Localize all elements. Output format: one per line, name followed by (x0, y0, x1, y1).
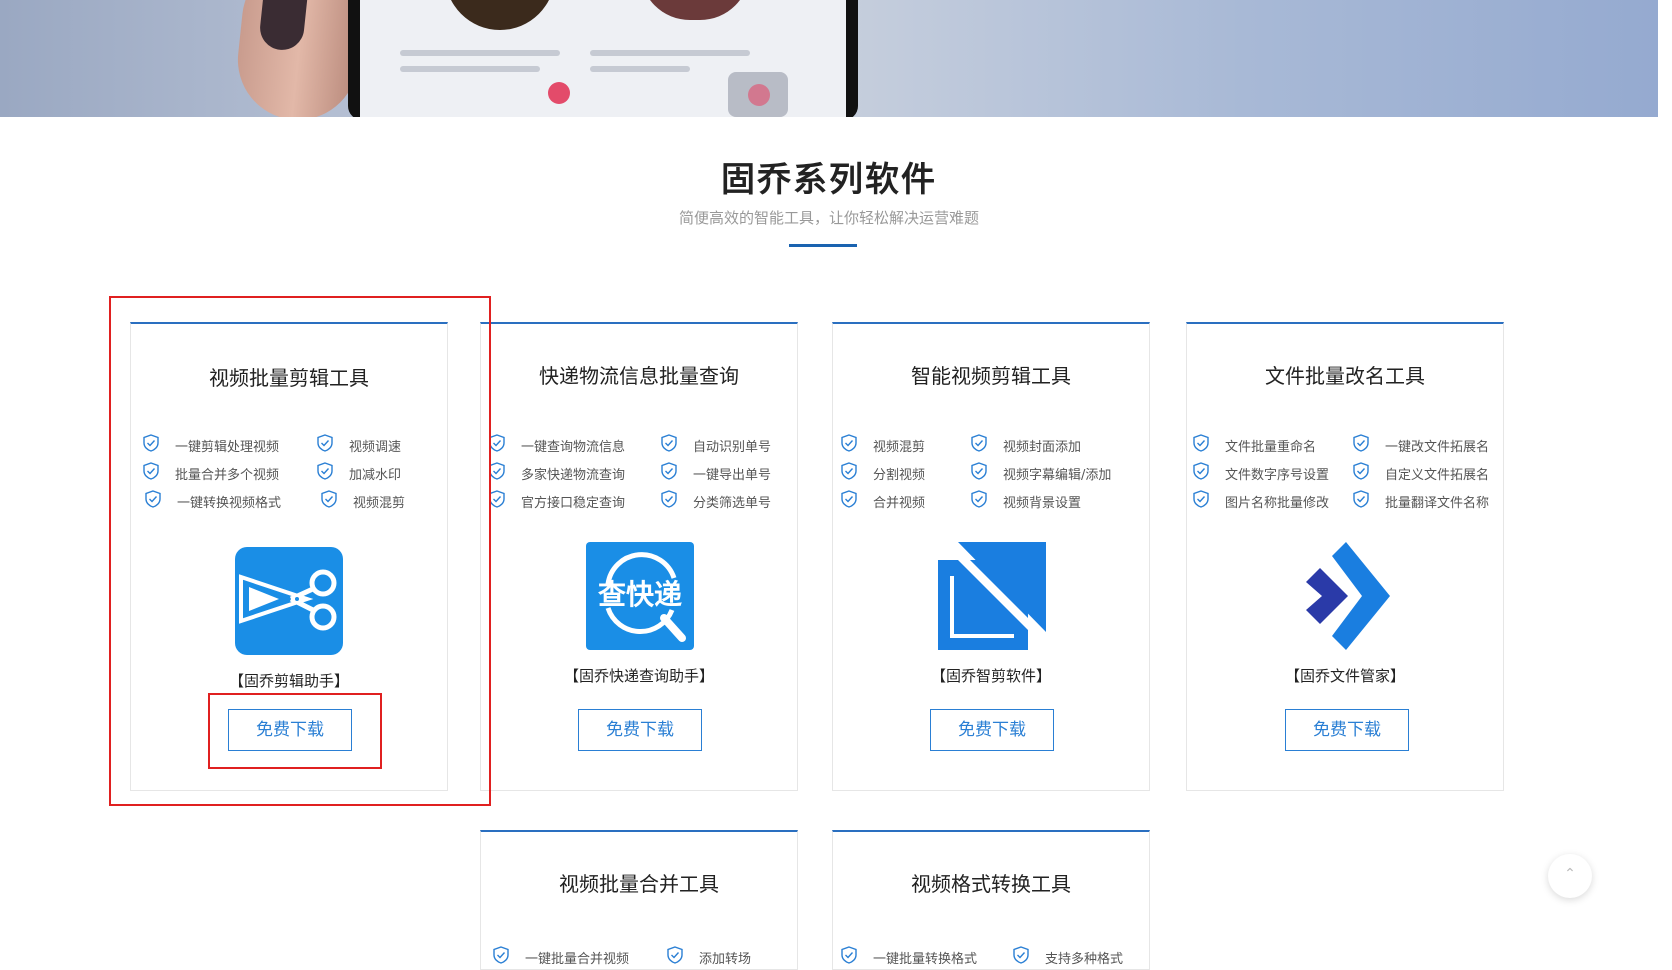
shield-check-icon (971, 462, 987, 480)
shield-check-icon (489, 490, 505, 508)
back-to-top-button[interactable]: ⌃ (1548, 854, 1592, 898)
shield-check-icon (489, 462, 505, 480)
file-manager-icon (1306, 542, 1390, 650)
shield-check-icon (841, 946, 857, 964)
product-card-smart-video-edit: 智能视频剪辑工具 视频混剪 视频封面添加 分割视频 视频字幕编辑/添加 合并视频… (832, 322, 1150, 791)
shield-check-icon (489, 434, 505, 452)
shield-check-icon (661, 462, 677, 480)
highlight-box-download-button (208, 693, 382, 769)
card-title: 智能视频剪辑工具 (911, 364, 1071, 388)
hero-banner (0, 0, 1658, 117)
section-subtitle: 简便高效的智能工具，让你轻松解决运营难题 (678, 209, 979, 227)
app-name: 【固乔文件管家】 (1284, 667, 1405, 685)
free-download-button[interactable]: 免费下载 (1285, 709, 1409, 751)
shield-check-icon (661, 490, 677, 508)
shield-check-icon (1353, 434, 1369, 452)
app-name: 【固乔快递查询助手】 (563, 667, 714, 685)
smart-clip-icon (938, 542, 1046, 650)
card-title: 文件批量改名工具 (1265, 364, 1425, 388)
product-card-express-query: 快递物流信息批量查询 一键查询物流信息 自动识别单号 多家快递物流查询 一键导出… (480, 322, 798, 791)
product-card-video-merge: 视频批量合并工具 一键批量合并视频 添加转场 (480, 830, 798, 970)
free-download-button[interactable]: 免费下载 (578, 709, 702, 751)
shield-check-icon (971, 490, 987, 508)
section-title: 固乔系列软件 (721, 160, 937, 200)
shield-check-icon (667, 946, 683, 964)
shield-check-icon (1193, 490, 1209, 508)
express-icon-label: 查快递 (598, 578, 682, 611)
card-title: 视频格式转换工具 (911, 872, 1071, 896)
card-title: 视频批量合并工具 (559, 872, 719, 896)
shield-check-icon (493, 946, 509, 964)
product-card-file-rename: 文件批量改名工具 文件批量重命名 一键改文件拓展名 文件数字序号设置 自定义文件… (1186, 322, 1504, 791)
chevron-up-icon: ⌃ (1564, 866, 1576, 882)
free-download-button[interactable]: 免费下载 (930, 709, 1054, 751)
shield-check-icon (1193, 462, 1209, 480)
express-search-icon: 查快递 (586, 542, 694, 650)
title-divider (789, 244, 857, 247)
app-name: 【固乔智剪软件】 (930, 667, 1051, 685)
shield-check-icon (841, 490, 857, 508)
product-card-video-convert: 视频格式转换工具 一键批量转换格式 支持多种格式 (832, 830, 1150, 970)
shield-check-icon (1193, 434, 1209, 452)
shield-check-icon (1353, 490, 1369, 508)
shield-check-icon (1353, 462, 1369, 480)
shield-check-icon (1013, 946, 1029, 964)
shield-check-icon (971, 434, 987, 452)
shield-check-icon (661, 434, 677, 452)
shield-check-icon (841, 434, 857, 452)
shield-check-icon (841, 462, 857, 480)
card-title: 快递物流信息批量查询 (539, 364, 739, 388)
